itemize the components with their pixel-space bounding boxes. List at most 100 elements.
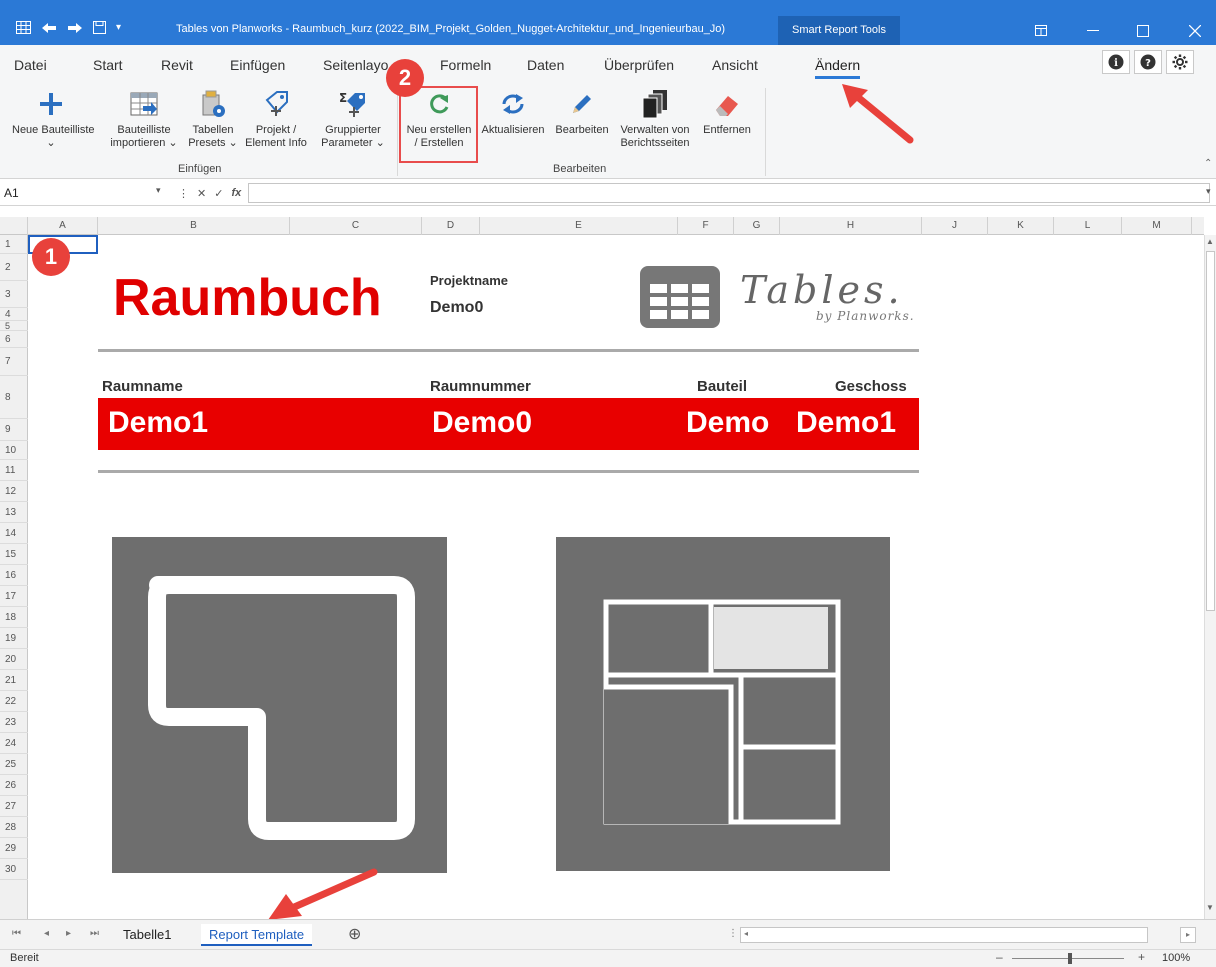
- row-header[interactable]: 13: [0, 502, 28, 523]
- last-sheet-icon[interactable]: ⏭: [90, 928, 99, 939]
- vertical-scrollbar[interactable]: ▲ ▼: [1204, 235, 1216, 919]
- row-header[interactable]: 16: [0, 565, 28, 586]
- row-header[interactable]: 12: [0, 481, 28, 502]
- column-header[interactable]: H: [780, 217, 922, 235]
- select-all-corner[interactable]: [0, 217, 28, 235]
- maximize-icon[interactable]: [1120, 16, 1166, 45]
- scroll-up-icon[interactable]: ▲: [1206, 237, 1214, 246]
- close-icon[interactable]: [1172, 16, 1216, 45]
- zoom-in-icon[interactable]: +: [1138, 950, 1145, 964]
- row-header[interactable]: 9: [0, 419, 28, 441]
- enter-icon[interactable]: ✓: [214, 187, 223, 200]
- add-sheet-icon[interactable]: ⊕: [348, 924, 361, 944]
- row-header[interactable]: 18: [0, 607, 28, 628]
- name-box[interactable]: A1: [4, 184, 174, 202]
- prev-sheet-icon[interactable]: ◂: [44, 928, 49, 939]
- row-header[interactable]: 7: [0, 348, 28, 376]
- horizontal-scrollbar[interactable]: ◂: [740, 927, 1148, 943]
- aktualisieren-button[interactable]: Aktualisieren: [478, 84, 548, 137]
- formula-expand-icon[interactable]: ▾: [1206, 186, 1211, 197]
- collapse-ribbon-icon[interactable]: ⌃: [1204, 158, 1212, 169]
- row-header[interactable]: 3: [0, 281, 28, 308]
- tab-start[interactable]: Start: [93, 57, 123, 73]
- undo-icon[interactable]: [41, 22, 57, 34]
- row-header[interactable]: 15: [0, 544, 28, 565]
- first-sheet-icon[interactable]: ⏮: [12, 928, 21, 939]
- column-header[interactable]: C: [290, 217, 422, 235]
- row-header[interactable]: 28: [0, 817, 28, 838]
- help-icon[interactable]: ?: [1134, 50, 1162, 74]
- row-header[interactable]: 29: [0, 838, 28, 859]
- tab-revit[interactable]: Revit: [161, 57, 193, 73]
- column-header[interactable]: G: [734, 217, 780, 235]
- ribbon-display-icon[interactable]: [1018, 16, 1064, 45]
- column-header[interactable]: K: [988, 217, 1054, 235]
- tab-formeln[interactable]: Formeln: [440, 57, 491, 73]
- info-icon[interactable]: i: [1102, 50, 1130, 74]
- row-header[interactable]: 10: [0, 441, 28, 460]
- projekt-element-info-button[interactable]: Projekt / Element Info: [244, 84, 308, 150]
- row-header[interactable]: 8: [0, 376, 28, 419]
- row-header[interactable]: 30: [0, 859, 28, 880]
- settings-gear-icon[interactable]: [1166, 50, 1194, 74]
- column-header[interactable]: M: [1122, 217, 1192, 235]
- vertical-scroll-thumb[interactable]: [1206, 251, 1215, 611]
- row-header[interactable]: 1: [0, 235, 28, 254]
- row-header[interactable]: 17: [0, 586, 28, 607]
- row-header[interactable]: 21: [0, 670, 28, 691]
- column-header[interactable]: D: [422, 217, 480, 235]
- row-header[interactable]: 11: [0, 460, 28, 481]
- gruppierter-parameter-button[interactable]: Σ Gruppierter Parameter ⌄: [318, 84, 388, 150]
- row-header[interactable]: 5: [0, 321, 28, 331]
- zoom-level[interactable]: 100%: [1162, 952, 1190, 964]
- zoom-slider-thumb[interactable]: [1068, 953, 1072, 964]
- entfernen-button[interactable]: Entfernen: [697, 84, 757, 137]
- tab-einfuegen[interactable]: Einfügen: [230, 57, 285, 73]
- row-header[interactable]: 2: [0, 254, 28, 281]
- scroll-left-icon[interactable]: ◂: [744, 929, 748, 938]
- sheet-tab-report-template[interactable]: Report Template: [201, 924, 313, 946]
- tab-ansicht[interactable]: Ansicht: [712, 57, 758, 73]
- column-header[interactable]: L: [1054, 217, 1122, 235]
- tab-aendern[interactable]: Ändern: [815, 57, 861, 79]
- column-header[interactable]: E: [480, 217, 678, 235]
- row-header[interactable]: 14: [0, 523, 28, 544]
- scroll-right-icon[interactable]: ▸: [1180, 927, 1196, 943]
- sheet-tab-tabelle1[interactable]: Tabelle1: [115, 924, 179, 946]
- more-icon[interactable]: ⋮: [178, 187, 189, 200]
- column-header[interactable]: B: [98, 217, 290, 235]
- row-header[interactable]: 6: [0, 331, 28, 348]
- tab-datei[interactable]: Datei: [14, 57, 47, 73]
- tabellen-presets-button[interactable]: Tabellen Presets ⌄: [184, 84, 242, 150]
- save-icon[interactable]: [93, 21, 106, 34]
- scroll-down-icon[interactable]: ▼: [1206, 903, 1214, 912]
- minimize-icon[interactable]: [1070, 16, 1116, 45]
- tab-split-icon[interactable]: ⋮: [728, 928, 738, 939]
- row-header[interactable]: 26: [0, 775, 28, 796]
- row-header[interactable]: 22: [0, 691, 28, 712]
- cancel-icon[interactable]: ✕: [197, 187, 206, 200]
- fx-icon[interactable]: fx: [231, 187, 241, 199]
- next-sheet-icon[interactable]: ▸: [66, 928, 71, 939]
- row-header[interactable]: 25: [0, 754, 28, 775]
- row-header[interactable]: 4: [0, 308, 28, 321]
- formula-input[interactable]: [248, 183, 1210, 203]
- row-header[interactable]: 19: [0, 628, 28, 649]
- tab-seitenlayout[interactable]: Seitenlayo: [323, 57, 388, 73]
- bearbeiten-button[interactable]: Bearbeiten: [550, 84, 614, 137]
- row-header[interactable]: 24: [0, 733, 28, 754]
- neue-bauteilliste-button[interactable]: Neue Bauteilliste ⌄: [12, 84, 95, 150]
- bauteilliste-importieren-button[interactable]: Bauteilliste importieren ⌄: [110, 84, 178, 150]
- redo-icon[interactable]: [67, 22, 83, 34]
- column-header[interactable]: J: [922, 217, 988, 235]
- verwalten-berichtsseiten-button[interactable]: Verwalten von Berichtsseiten: [616, 84, 694, 150]
- app-grid-icon[interactable]: [16, 21, 31, 34]
- customize-qat-icon[interactable]: ▾: [116, 22, 121, 33]
- name-box-dropdown-icon[interactable]: ▾: [156, 185, 161, 196]
- row-header[interactable]: 23: [0, 712, 28, 733]
- tab-ueberpruefen[interactable]: Überprüfen: [604, 57, 674, 73]
- row-header[interactable]: 27: [0, 796, 28, 817]
- smart-report-tools-context-tab[interactable]: Smart Report Tools: [778, 16, 900, 45]
- row-header[interactable]: 20: [0, 649, 28, 670]
- column-header[interactable]: F: [678, 217, 734, 235]
